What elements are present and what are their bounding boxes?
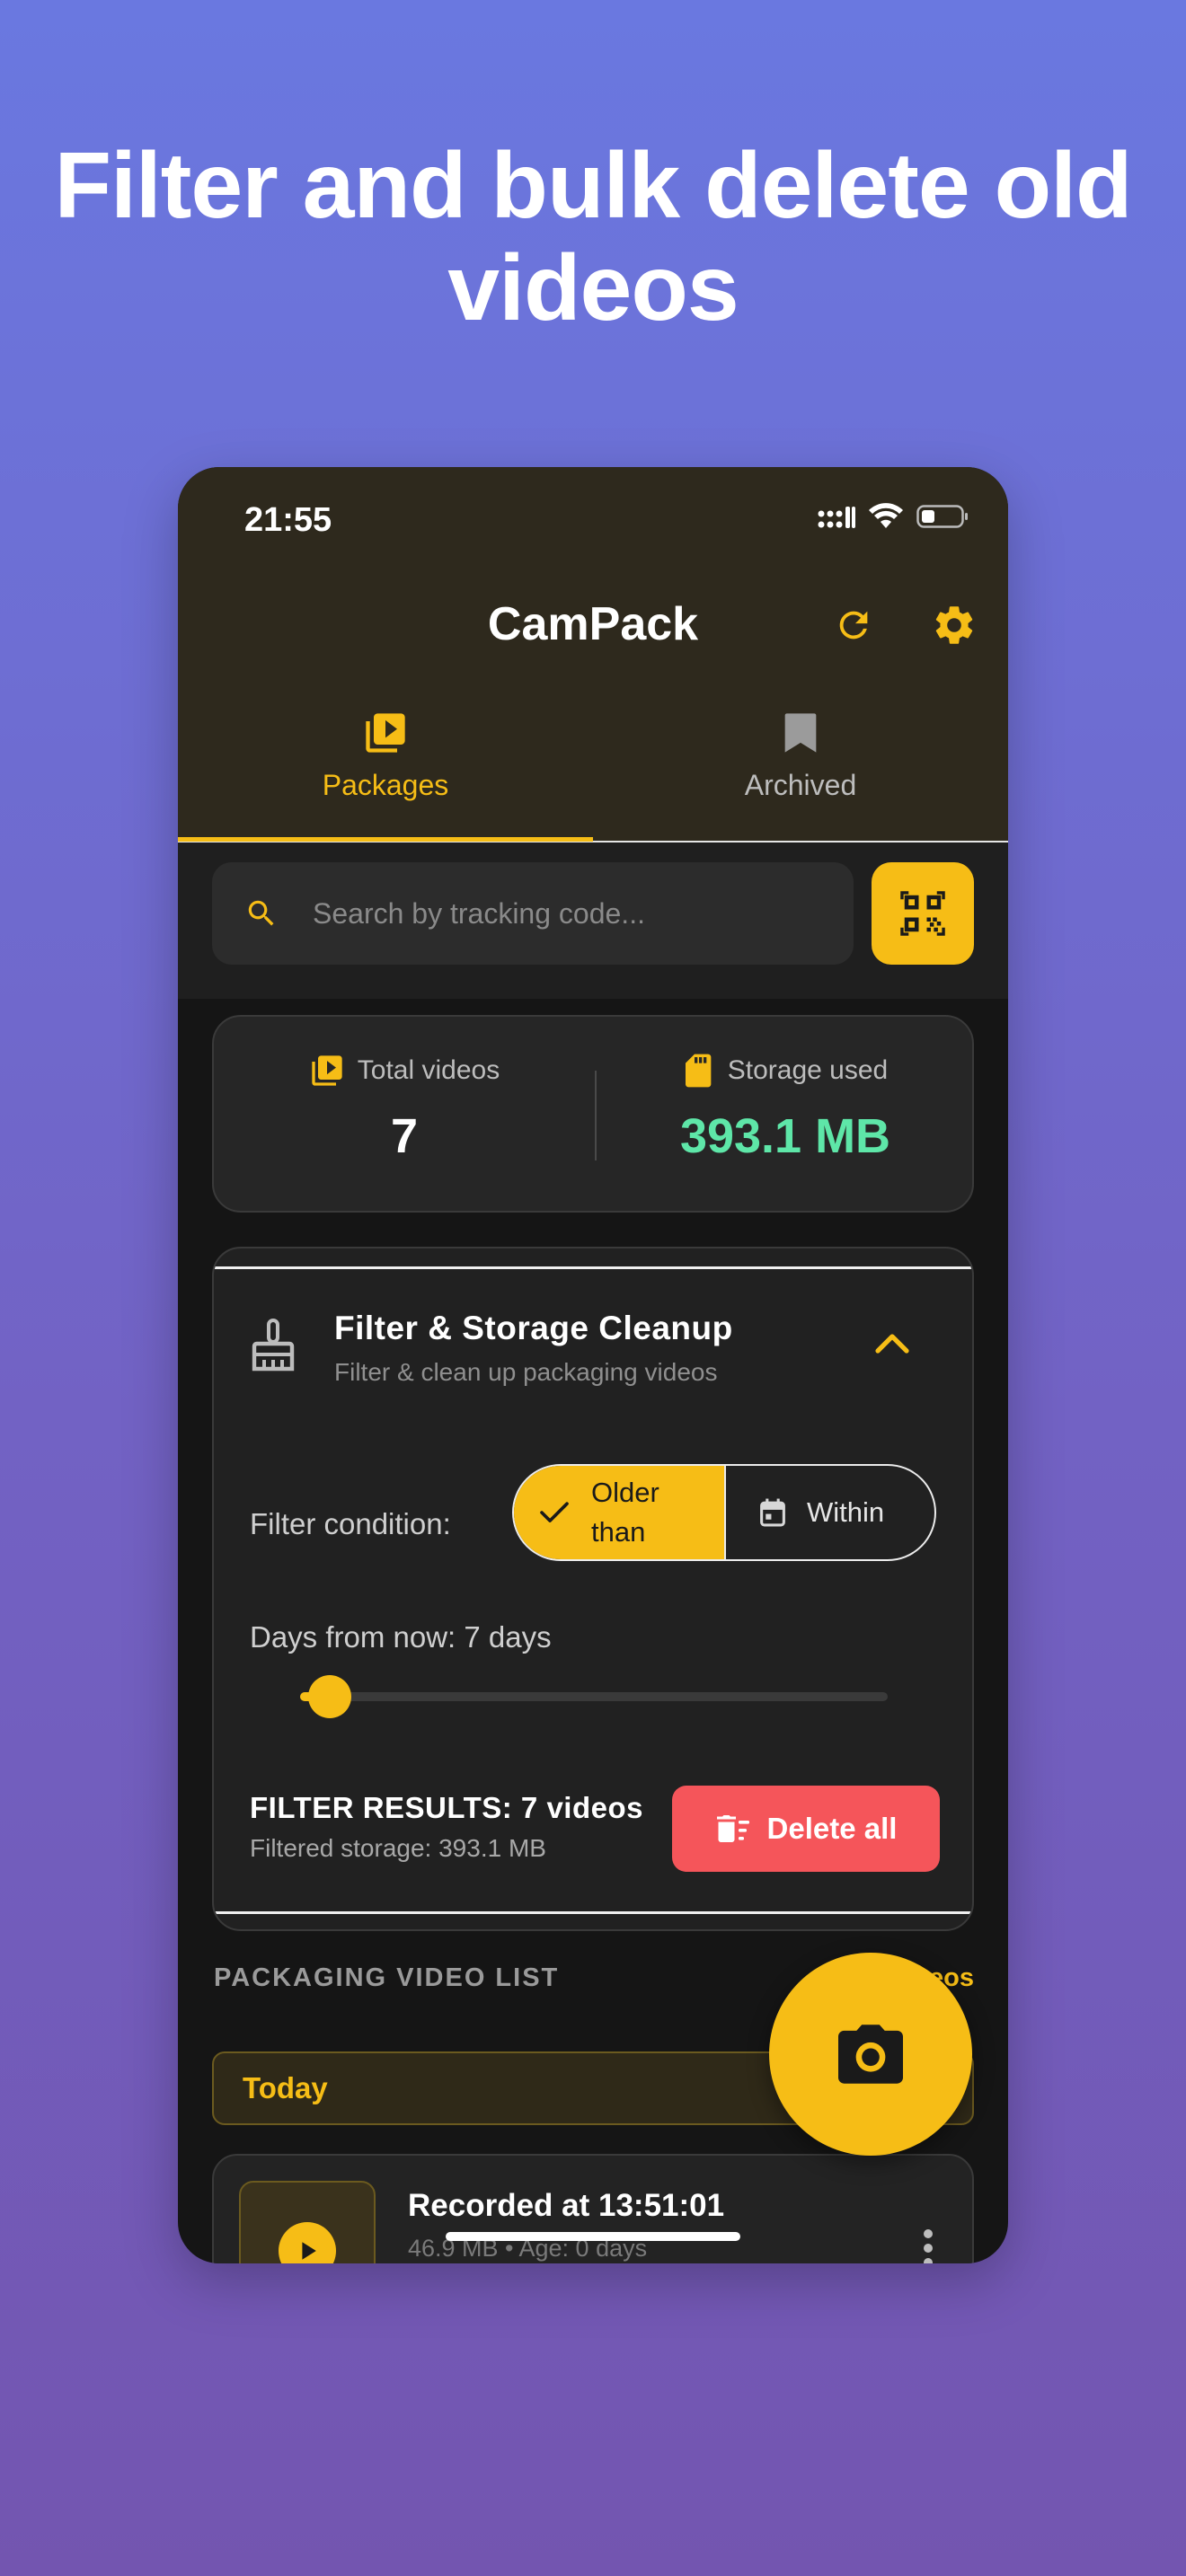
search-icon xyxy=(248,900,274,926)
filtered-storage-text: Filtered storage: 393.1 MB xyxy=(250,1834,546,1862)
filter-card-title: Filter & Storage Cleanup xyxy=(334,1310,733,1346)
refresh-button[interactable] xyxy=(827,598,881,652)
headline: Filter and bulk delete old videos xyxy=(54,134,1132,340)
play-icon xyxy=(302,2242,316,2260)
bookmark-icon xyxy=(784,713,817,753)
phone-screen: 21:55 CamPack Packages Archived Search b… xyxy=(178,467,1008,2263)
days-slider-track[interactable] xyxy=(300,1692,888,1701)
more-options-icon[interactable] xyxy=(924,2229,933,2263)
qr-code-icon xyxy=(900,891,945,936)
status-time: 21:55 xyxy=(244,501,332,539)
total-videos-stat: Total videos 7 xyxy=(214,1017,595,1214)
card-divider-bottom xyxy=(214,1911,972,1914)
battery-icon xyxy=(916,503,969,534)
refresh-icon xyxy=(839,611,868,640)
check-icon xyxy=(540,1502,569,1522)
tab-indicator xyxy=(178,837,593,842)
tab-archived[interactable]: Archived xyxy=(593,710,1008,842)
storage-used-value: 393.1 MB xyxy=(679,1109,891,1163)
camera-icon xyxy=(838,2025,903,2084)
filter-condition-label: Filter condition: xyxy=(250,1507,451,1540)
delete-all-label: Delete all xyxy=(766,1812,898,1845)
video-title: Recorded at 13:51:01 xyxy=(408,2188,725,2223)
signal-icon xyxy=(818,503,855,534)
record-video-button[interactable] xyxy=(769,1953,972,2156)
video-library-icon xyxy=(366,713,405,753)
card-divider-top xyxy=(214,1266,972,1269)
storage-used-stat: Storage used 393.1 MB xyxy=(595,1017,976,1214)
total-videos-label: Total videos xyxy=(357,1055,500,1085)
tab-packages-label: Packages xyxy=(322,769,449,801)
stats-card: Total videos 7 Storage used 393.1 MB xyxy=(212,1015,974,1213)
qr-scan-button[interactable] xyxy=(872,862,974,965)
option-older-line2: than xyxy=(591,1516,646,1548)
calendar-icon xyxy=(760,1498,785,1527)
filter-cleanup-card: Filter & Storage Cleanup Filter & clean … xyxy=(212,1247,974,1931)
delete-sweep-icon xyxy=(716,1815,749,1842)
home-indicator xyxy=(446,2232,740,2241)
settings-button[interactable] xyxy=(927,598,981,652)
wifi-icon xyxy=(868,503,904,534)
tab-packages[interactable]: Packages xyxy=(178,710,593,842)
video-list-item[interactable]: Recorded at 13:51:01 46.9 MB • Age: 0 da… xyxy=(212,2154,974,2263)
play-button[interactable] xyxy=(279,2222,336,2263)
chevron-up-icon xyxy=(875,1334,909,1354)
option-within-label: Within xyxy=(807,1496,885,1528)
total-videos-value: 7 xyxy=(390,1109,419,1163)
collapse-button[interactable] xyxy=(874,1331,910,1359)
gear-icon xyxy=(935,606,973,644)
video-list-heading: PACKAGING VIDEO LIST xyxy=(214,1963,560,1992)
video-thumbnail[interactable] xyxy=(239,2181,376,2263)
video-library-icon xyxy=(312,1055,342,1086)
broom-icon xyxy=(250,1319,296,1377)
option-older-line1: Older xyxy=(591,1477,659,1508)
status-icons xyxy=(818,503,969,534)
search-box[interactable] xyxy=(212,862,854,965)
storage-used-label: Storage used xyxy=(727,1055,889,1085)
days-from-now-label: Days from now: 7 days xyxy=(250,1620,552,1654)
tab-archived-label: Archived xyxy=(744,769,857,801)
search-input[interactable] xyxy=(313,896,816,931)
filter-card-subtitle: Filter & clean up packaging videos xyxy=(334,1358,718,1386)
option-within[interactable]: Within xyxy=(724,1466,934,1559)
filter-results-title: FILTER RESULTS: 7 videos xyxy=(250,1791,643,1824)
sd-card-icon xyxy=(685,1054,712,1088)
days-slider-thumb[interactable] xyxy=(308,1675,351,1718)
delete-all-button[interactable]: Delete all xyxy=(672,1786,940,1872)
filter-condition-toggle: Older than Within xyxy=(512,1464,936,1561)
app-title: CamPack xyxy=(487,598,699,650)
option-older-than[interactable]: Older than xyxy=(514,1466,724,1559)
